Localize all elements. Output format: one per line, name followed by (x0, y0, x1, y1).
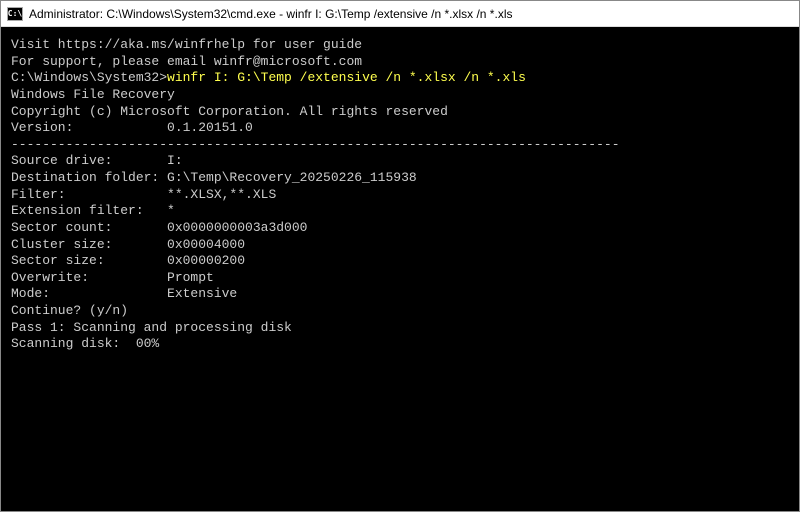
prompt-prefix: C:\Windows\System32> (11, 70, 167, 85)
scanning-line: Scanning disk: 00% (11, 336, 789, 353)
overwrite-line: Overwrite: Prompt (11, 270, 789, 287)
prompt-line: C:\Windows\System32>winfr I: G:\Temp /ex… (11, 70, 789, 87)
terminal-output: Visit https://aka.ms/winfrhelp for user … (11, 37, 789, 353)
extension-filter-line: Extension filter: * (11, 203, 789, 220)
sector-size-line: Sector size: 0x00000200 (11, 253, 789, 270)
source-drive-line: Source drive: I: (11, 153, 789, 170)
guide-line-2: For support, please email winfr@microsof… (11, 54, 789, 71)
separator-line: ----------------------------------------… (11, 137, 789, 154)
sector-count-line: Sector count: 0x0000000003a3d000 (11, 220, 789, 237)
app-name-line: Windows File Recovery (11, 87, 789, 104)
titlebar[interactable]: C:\ Administrator: C:\Windows\System32\c… (1, 1, 799, 27)
copyright-line: Copyright (c) Microsoft Corporation. All… (11, 104, 789, 121)
cmd-window: C:\ Administrator: C:\Windows\System32\c… (0, 0, 800, 512)
terminal-area[interactable]: Visit https://aka.ms/winfrhelp for user … (1, 27, 799, 511)
filter-line: Filter: **.XLSX,**.XLS (11, 187, 789, 204)
window-title: Administrator: C:\Windows\System32\cmd.e… (29, 7, 512, 21)
cluster-size-line: Cluster size: 0x00004000 (11, 237, 789, 254)
destination-folder-line: Destination folder: G:\Temp\Recovery_202… (11, 170, 789, 187)
continue-prompt-line: Continue? (y/n) (11, 303, 789, 320)
version-line: Version: 0.1.20151.0 (11, 120, 789, 137)
cmd-icon: C:\ (7, 7, 23, 21)
command-text: winfr I: G:\Temp /extensive /n *.xlsx /n… (167, 70, 526, 85)
pass1-line: Pass 1: Scanning and processing disk (11, 320, 789, 337)
guide-line-1: Visit https://aka.ms/winfrhelp for user … (11, 37, 789, 54)
mode-line: Mode: Extensive (11, 286, 789, 303)
